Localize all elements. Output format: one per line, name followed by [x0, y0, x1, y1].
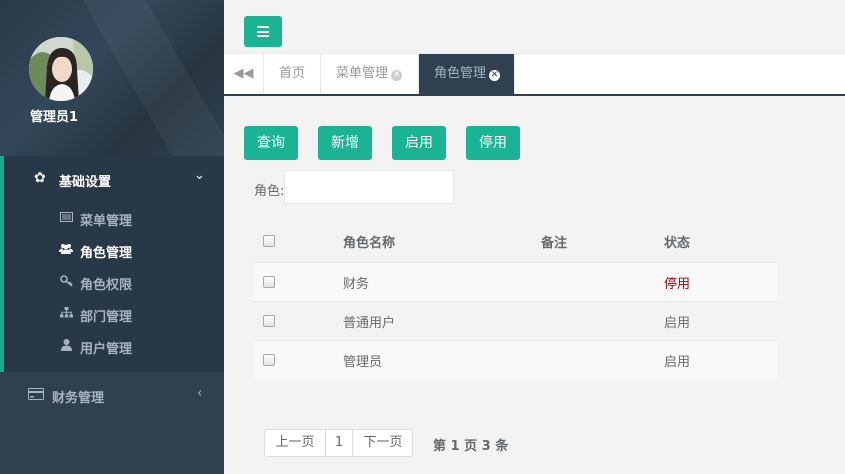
- row-checkbox[interactable]: [263, 276, 275, 288]
- page-info: 第 1 页 3 条: [433, 439, 509, 454]
- profile-panel: 管理员1: [0, 0, 224, 156]
- tab-label: 首页: [279, 66, 306, 81]
- list-icon: [59, 211, 73, 225]
- tab-role-management[interactable]: 角色管理 ✕: [419, 54, 515, 94]
- column-header-name: 角色名称: [343, 236, 396, 251]
- credit-card-icon: [28, 388, 44, 400]
- gear-icon: ✿: [34, 170, 46, 186]
- tab-menu-management[interactable]: 菜单管理 ✕: [321, 54, 419, 94]
- role-filter-label: 角色:: [254, 184, 285, 199]
- close-icon[interactable]: ✕: [391, 70, 403, 81]
- column-header-remark: 备注: [541, 236, 568, 251]
- sidebar-item-user-management[interactable]: 用户管理: [4, 332, 224, 360]
- tab-label: 菜单管理: [336, 66, 389, 81]
- sitemap-icon: [59, 307, 73, 321]
- cell-status: 启用: [664, 316, 691, 331]
- sidebar-item-label: 菜单管理: [80, 214, 133, 229]
- profile-name[interactable]: 管理员1: [30, 106, 78, 125]
- sidebar-item-finance-management[interactable]: 财务管理 ‹: [0, 372, 224, 418]
- sidebar-item-menu-management[interactable]: 菜单管理: [4, 204, 224, 232]
- add-button[interactable]: 新增: [318, 126, 372, 160]
- sidebar-item-label: 部门管理: [80, 310, 133, 325]
- table-row[interactable]: 普通用户 启用: [254, 301, 777, 340]
- nav-group-header[interactable]: ✿ 基础设置 ⌄: [4, 156, 224, 202]
- tab-home[interactable]: 首页: [264, 54, 321, 94]
- sidebar-item-label: 角色权限: [80, 278, 133, 293]
- sidebar-item-label: 用户管理: [80, 342, 133, 357]
- cell-role-name: 管理员: [343, 355, 383, 370]
- cell-status: 启用: [664, 355, 691, 370]
- avatar[interactable]: [29, 37, 93, 101]
- avatar-image: [29, 37, 93, 101]
- nav-group-label: 基础设置: [59, 175, 112, 190]
- top-navbar: [224, 0, 845, 54]
- sidebar-item-role-management[interactable]: 角色管理: [4, 236, 224, 264]
- cell-status: 停用: [664, 277, 691, 292]
- sidebar-item-department-management[interactable]: 部门管理: [4, 300, 224, 328]
- chevron-down-icon: ⌄: [194, 168, 205, 183]
- query-button[interactable]: 查询: [244, 126, 298, 160]
- chevron-left-icon: ‹: [197, 386, 203, 401]
- sidebar-item-label: 财务管理: [52, 391, 105, 406]
- tab-scroll-left-button[interactable]: ◀◀: [224, 54, 264, 94]
- table-header-row: 角色名称 备注 状态: [254, 220, 777, 262]
- sidebar-item-label: 角色管理: [80, 246, 133, 261]
- close-icon[interactable]: ✕: [489, 70, 501, 81]
- user-icon: [59, 339, 73, 353]
- role-filter-input[interactable]: [284, 170, 454, 204]
- sidebar: 管理员1 ✿ 基础设置 ⌄ 菜单管理 角色管理 角色权限 部门管理 用户管理 财…: [0, 0, 224, 474]
- cell-role-name: 普通用户: [343, 316, 396, 331]
- sidebar-item-role-permissions[interactable]: 角色权限: [4, 268, 224, 296]
- nav-group-basic-settings: ✿ 基础设置 ⌄ 菜单管理 角色管理 角色权限 部门管理 用户管理: [0, 156, 224, 372]
- pagination: 上一页 1 下一页: [264, 429, 413, 457]
- cell-role-name: 财务: [343, 277, 370, 292]
- column-header-status: 状态: [664, 236, 691, 251]
- hamburger-icon: [257, 26, 269, 28]
- tab-bar: ◀◀ 首页 菜单管理 ✕ 角色管理 ✕: [224, 54, 845, 96]
- prev-page-button[interactable]: 上一页: [265, 430, 326, 456]
- row-checkbox[interactable]: [263, 354, 275, 366]
- enable-button[interactable]: 启用: [392, 126, 446, 160]
- row-checkbox[interactable]: [263, 315, 275, 327]
- disable-button[interactable]: 停用: [466, 126, 520, 160]
- table-row[interactable]: 财务 停用: [254, 262, 777, 301]
- menu-toggle-button[interactable]: [244, 16, 282, 47]
- key-icon: [59, 275, 73, 289]
- page-number-button[interactable]: 1: [326, 430, 353, 456]
- next-page-button[interactable]: 下一页: [353, 430, 413, 456]
- users-icon: [59, 243, 73, 257]
- tab-label: 角色管理: [434, 66, 487, 81]
- select-all-checkbox[interactable]: [263, 235, 275, 247]
- double-chevron-left-icon: ◀◀: [233, 66, 254, 81]
- table-row[interactable]: 管理员 启用: [254, 340, 777, 379]
